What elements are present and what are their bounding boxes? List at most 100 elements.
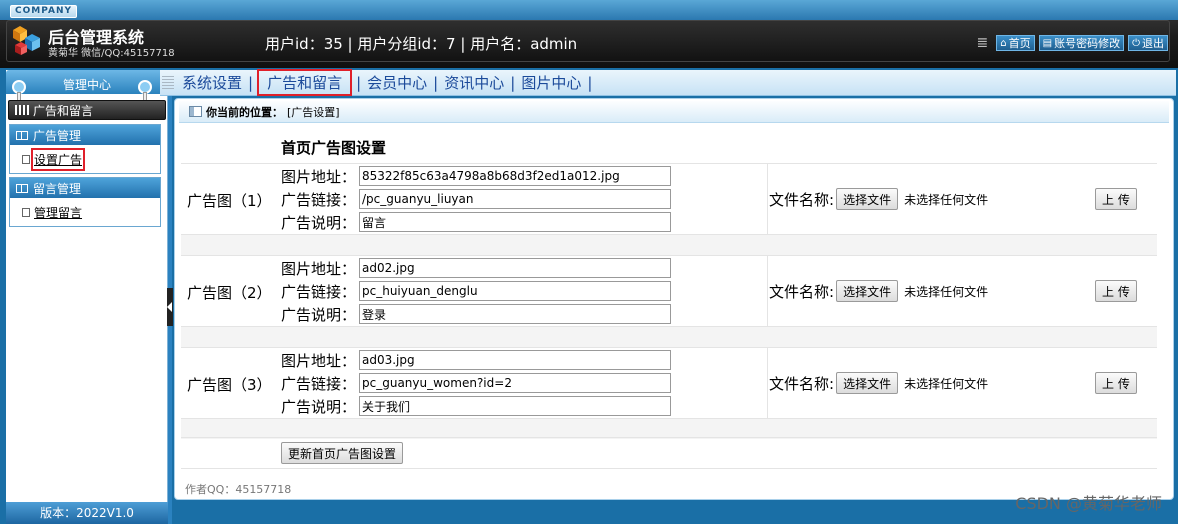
ad-row-2: 广告图（2） 图片地址： 广告链接： 广告说明： 文件名称: 选择文件 未选择任… bbox=[181, 255, 1157, 327]
desc-field-row: 广告说明： bbox=[281, 303, 671, 325]
home-link[interactable]: ⌂ 首页 bbox=[996, 35, 1035, 51]
row-spacer bbox=[181, 419, 1157, 439]
nav-item-member-center[interactable]: 会员中心 bbox=[361, 72, 433, 93]
sidebar-group-label: 广告管理 bbox=[33, 128, 82, 143]
choose-file-button[interactable]: 选择文件 bbox=[836, 280, 899, 302]
grip-icon bbox=[162, 75, 174, 90]
sidebar-item-label[interactable]: 管理留言 bbox=[34, 204, 82, 221]
nav-separator: | bbox=[248, 73, 254, 92]
link-field-row: 广告链接： bbox=[281, 188, 671, 210]
image-field-row: 图片地址： bbox=[281, 165, 671, 187]
column-divider bbox=[767, 164, 768, 234]
sidebar: 管理中心 广告和留言 广告管理 设置广告 留言管理 管理留言 版本：2022V1… bbox=[6, 70, 168, 524]
desc-field-row: 广告说明： bbox=[281, 211, 671, 233]
ad-link-input[interactable] bbox=[359, 281, 671, 301]
file-name-label: 文件名称: bbox=[769, 374, 835, 393]
logout-label: 退出 bbox=[1142, 37, 1164, 50]
change-password-label: 账号密码修改 bbox=[1054, 37, 1121, 50]
breadcrumb-label: 你当前的位置： bbox=[206, 105, 283, 119]
row-spacer bbox=[181, 327, 1157, 347]
sidebar-group-ad: 广告管理 设置广告 bbox=[9, 124, 161, 174]
no-file-text: 未选择任何文件 bbox=[904, 284, 989, 299]
nav-item-system-settings[interactable]: 系统设置 bbox=[176, 72, 248, 93]
power-icon: ⏻ bbox=[1132, 37, 1140, 49]
user-info: 用户id：35 | 用户分组id：7 | 用户名：admin bbox=[265, 35, 578, 53]
link-field-row: 广告链接： bbox=[281, 372, 671, 394]
company-badge: COMPANY bbox=[10, 5, 77, 18]
change-password-link[interactable]: ▤ 账号密码修改 bbox=[1038, 35, 1125, 51]
file-upload-area: 文件名称: 选择文件 未选择任何文件 bbox=[769, 372, 988, 394]
sidebar-group-title[interactable]: 广告管理 bbox=[10, 125, 160, 145]
image-field-row: 图片地址： bbox=[281, 257, 671, 279]
top-nav: 系统设置 | 广告和留言 | 会员中心 | 资讯中心 | 图片中心 | bbox=[160, 69, 1176, 96]
submit-row: 更新首页广告图设置 bbox=[181, 437, 1157, 469]
ad-description-input[interactable] bbox=[359, 396, 671, 416]
upload-button[interactable]: 上 传 bbox=[1095, 280, 1137, 302]
window-icon bbox=[189, 106, 202, 117]
collapse-arrow-icon[interactable] bbox=[167, 288, 173, 326]
update-ads-button[interactable]: 更新首页广告图设置 bbox=[281, 442, 404, 464]
image-field-label: 图片地址： bbox=[281, 351, 357, 370]
nav-item-ads-messages[interactable]: 广告和留言 bbox=[257, 69, 353, 96]
link-field-label: 广告链接： bbox=[281, 282, 357, 301]
grid-icon bbox=[15, 105, 29, 115]
app-header: COMPANY 后台管理系统 黄菊华 微信/QQ:45157718 用户id：3… bbox=[0, 0, 1178, 68]
desc-field-label: 广告说明： bbox=[281, 397, 357, 416]
sidebar-group-title[interactable]: 留言管理 bbox=[10, 178, 160, 198]
sidebar-group-label: 留言管理 bbox=[33, 181, 82, 196]
logo-cubes-icon bbox=[13, 26, 40, 55]
logout-link[interactable]: ⏻ 退出 bbox=[1128, 35, 1168, 51]
system-subtitle: 黄菊华 微信/QQ:45157718 bbox=[48, 48, 175, 59]
upload-button[interactable]: 上 传 bbox=[1095, 372, 1137, 394]
sidebar-item-label[interactable]: 设置广告 bbox=[30, 147, 86, 171]
nav-separator: | bbox=[587, 73, 593, 92]
ad-label: 广告图（3） bbox=[187, 376, 272, 394]
image-field-label: 图片地址： bbox=[281, 167, 357, 186]
link-field-row: 广告链接： bbox=[281, 280, 671, 302]
choose-file-button[interactable]: 选择文件 bbox=[836, 188, 899, 210]
file-upload-area: 文件名称: 选择文件 未选择任何文件 bbox=[769, 280, 988, 302]
book-icon bbox=[16, 183, 28, 193]
choose-file-button[interactable]: 选择文件 bbox=[836, 372, 899, 394]
row-spacer bbox=[181, 235, 1157, 255]
page-icon bbox=[22, 154, 30, 164]
image-field-label: 图片地址： bbox=[281, 259, 357, 278]
link-field-label: 广告链接： bbox=[281, 190, 357, 209]
home-icon: ⌂ bbox=[1000, 37, 1007, 49]
top-links: ≣ ⌂ 首页 ▤ 账号密码修改 ⏻ 退出 bbox=[977, 35, 1168, 51]
ad-row-1: 广告图（1） 图片地址： 广告链接： 广告说明： 文件名称: 选择文件 未选择任… bbox=[181, 163, 1157, 235]
book-icon bbox=[16, 130, 28, 140]
sidebar-active-section[interactable]: 广告和留言 bbox=[8, 100, 166, 120]
ad-label: 广告图（1） bbox=[187, 192, 272, 210]
nav-item-news-center[interactable]: 资讯中心 bbox=[438, 72, 510, 93]
ad-link-input[interactable] bbox=[359, 189, 671, 209]
author-note: 作者QQ：45157718 bbox=[185, 483, 292, 496]
breadcrumb-value: [广告设置] bbox=[287, 105, 340, 119]
file-name-label: 文件名称: bbox=[769, 282, 835, 301]
file-name-label: 文件名称: bbox=[769, 190, 835, 209]
upload-button[interactable]: 上 传 bbox=[1095, 188, 1137, 210]
column-divider bbox=[767, 348, 768, 418]
header-strip bbox=[0, 0, 1178, 20]
home-link-label: 首页 bbox=[1008, 37, 1031, 50]
image-path-input[interactable] bbox=[359, 350, 671, 370]
form-heading: 首页广告图设置 bbox=[281, 139, 387, 157]
ad-description-input[interactable] bbox=[359, 212, 671, 232]
no-file-text: 未选择任何文件 bbox=[904, 192, 989, 207]
file-upload-area: 文件名称: 选择文件 未选择任何文件 bbox=[769, 188, 988, 210]
document-icon: ▤ bbox=[1042, 37, 1053, 49]
ad-link-input[interactable] bbox=[359, 373, 671, 393]
image-path-input[interactable] bbox=[359, 258, 671, 278]
main-content: 你当前的位置： [广告设置] 首页广告图设置 广告图（1） 图片地址： 广告链接… bbox=[174, 98, 1174, 500]
ad-description-input[interactable] bbox=[359, 304, 671, 324]
ad-label: 广告图（2） bbox=[187, 284, 272, 302]
link-field-label: 广告链接： bbox=[281, 374, 357, 393]
sidebar-item-set-ad[interactable]: 设置广告 bbox=[10, 145, 160, 173]
sidebar-item-manage-message[interactable]: 管理留言 bbox=[10, 198, 160, 226]
nav-item-image-center[interactable]: 图片中心 bbox=[515, 72, 587, 93]
page-icon bbox=[22, 207, 30, 217]
ad-row-3: 广告图（3） 图片地址： 广告链接： 广告说明： 文件名称: 选择文件 未选择任… bbox=[181, 347, 1157, 419]
image-path-input[interactable] bbox=[359, 166, 671, 186]
desc-field-label: 广告说明： bbox=[281, 305, 357, 324]
list-icon: ≣ bbox=[976, 35, 989, 51]
